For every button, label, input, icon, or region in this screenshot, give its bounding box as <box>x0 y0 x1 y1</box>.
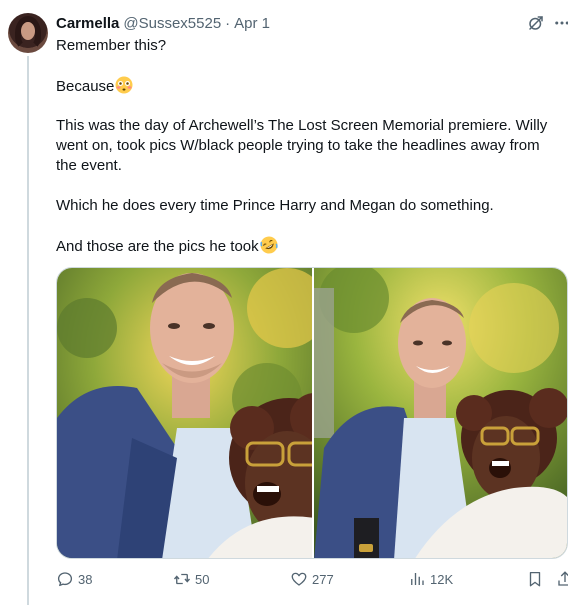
bookmark-icon <box>529 571 541 587</box>
share-icon <box>558 571 568 586</box>
tweet-line-3: This was the day of Archewell’s The Lost… <box>56 117 548 174</box>
tweet-line-1: Remember this? <box>56 37 167 54</box>
tweet-line-5: And those are the pics he took <box>56 236 562 257</box>
like-count: 277 <box>312 571 334 587</box>
bookmark-button[interactable] <box>526 570 548 588</box>
avatar[interactable] <box>8 13 48 53</box>
author-name[interactable]: Carmella <box>56 15 119 32</box>
tweet-header: Carmella @Sussex5525 · Apr 1 <box>56 13 270 33</box>
tweet-line-4: Which he does every time Prince Harry an… <box>56 197 494 214</box>
reply-button[interactable]: 38 <box>56 570 92 588</box>
grok-icon[interactable] <box>527 14 545 32</box>
views-icon <box>411 573 424 585</box>
tweet-photo-1[interactable] <box>57 268 314 558</box>
reply-icon <box>57 572 73 587</box>
media-grid <box>56 267 568 559</box>
tweet-actions: 38 50 277 12K <box>56 570 568 592</box>
share-button[interactable] <box>556 570 568 588</box>
thread-line <box>27 56 29 605</box>
retweet-icon <box>173 573 191 585</box>
more-icon[interactable] <box>553 14 568 32</box>
tweet-photo-2[interactable] <box>314 268 567 558</box>
reply-count: 38 <box>78 571 93 587</box>
rolling-on-floor-laughing-emoji <box>259 236 278 254</box>
avatar-face <box>21 22 35 40</box>
photo-2-image <box>314 268 567 558</box>
tweet-date[interactable]: Apr 1 <box>234 15 270 32</box>
retweet-count: 50 <box>195 571 210 587</box>
tweet-line-2: Because <box>56 76 562 97</box>
like-button[interactable]: 277 <box>290 570 334 588</box>
views-count: 12K <box>430 571 454 587</box>
header-separator: · <box>225 14 231 32</box>
retweet-button[interactable]: 50 <box>173 570 209 588</box>
tweet-line-5-text: And those are the pics he took <box>56 238 259 255</box>
author-handle[interactable]: @Sussex5525 <box>123 15 221 32</box>
flushed-face-emoji <box>115 76 133 94</box>
heart-icon <box>291 572 307 586</box>
tweet-line-2-text: Because <box>56 78 115 95</box>
photo-1-image <box>57 268 312 558</box>
views-button[interactable]: 12K <box>408 570 453 588</box>
